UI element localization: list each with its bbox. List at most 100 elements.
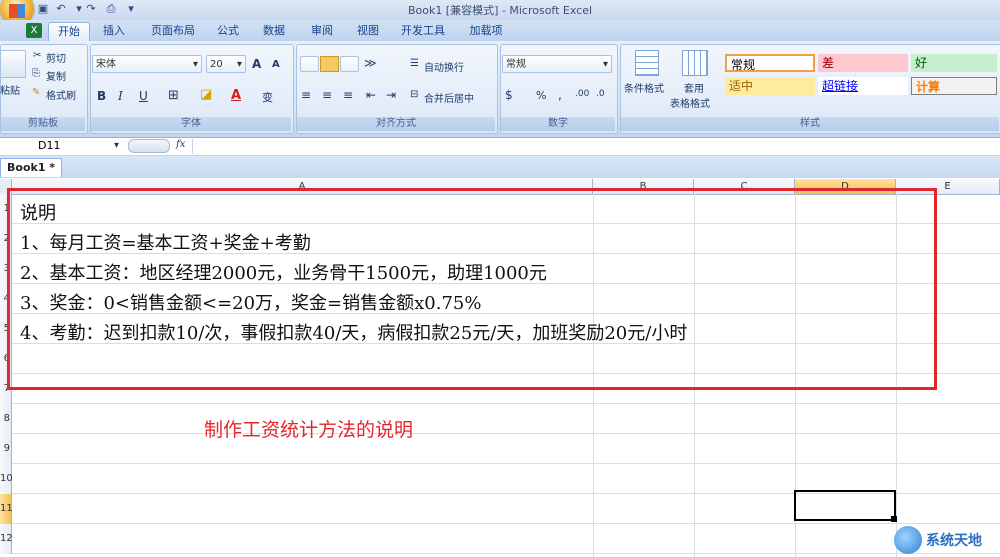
conditional-format-button[interactable]: 条件格式 — [624, 80, 664, 95]
orientation-icon[interactable]: ≫ — [364, 56, 377, 70]
selected-cell-d11[interactable] — [794, 490, 896, 521]
save-icon[interactable]: ▣ — [36, 2, 50, 16]
align-middle-icon[interactable] — [320, 56, 339, 72]
style-normal[interactable]: 常规 — [725, 54, 815, 72]
underline-button[interactable]: U — [139, 89, 148, 103]
copy-button[interactable]: 复制 — [46, 68, 66, 83]
tab-add-ins[interactable]: 加载项 — [462, 22, 510, 40]
align-center-icon[interactable]: ≡ — [322, 88, 332, 102]
style-good[interactable]: 好 — [911, 54, 997, 72]
phonetic-button[interactable]: 变 — [262, 89, 273, 105]
row-header-8[interactable]: 8 — [0, 404, 12, 434]
bold-button[interactable]: B — [97, 89, 106, 103]
tab-developer[interactable]: 开发工具 — [394, 22, 452, 40]
copy-icon[interactable]: ⎘ — [32, 68, 40, 79]
comma-button[interactable]: , — [558, 88, 562, 102]
grow-font-button[interactable]: A — [252, 57, 261, 71]
window-title: Book1 [兼容模式] - Microsoft Excel — [407, 4, 593, 17]
currency-icon[interactable]: $ — [505, 88, 513, 102]
align-bottom-icon[interactable] — [340, 56, 359, 72]
gridline — [12, 433, 1000, 434]
shrink-font-button[interactable]: A — [272, 59, 280, 70]
font-name-value: 宋体 — [96, 59, 116, 70]
paste-icon[interactable] — [0, 50, 26, 78]
italic-button[interactable]: I — [118, 89, 123, 103]
tab-page-layout[interactable]: 页面布局 — [144, 22, 202, 40]
alignment-group-label: 对齐方式 — [297, 117, 495, 131]
percent-button[interactable]: % — [536, 89, 546, 102]
print-preview-icon[interactable]: ⎙ — [104, 2, 118, 16]
tab-home[interactable]: 开始 — [48, 22, 90, 41]
row-header-10[interactable]: 10 — [0, 464, 13, 494]
insert-function-button[interactable]: fx — [176, 139, 185, 150]
undo-icon[interactable]: ↶ — [54, 2, 68, 16]
wrap-text-icon[interactable]: ☰ — [410, 58, 419, 69]
font-size-value: 20 — [210, 59, 223, 70]
format-as-table-line2[interactable]: 表格格式 — [670, 95, 710, 110]
excel-icon: X — [26, 23, 42, 38]
font-color-button[interactable]: A — [231, 88, 241, 103]
gridline — [12, 403, 1000, 404]
row-header-12[interactable]: 12 — [0, 524, 13, 554]
formula-input[interactable] — [192, 139, 1000, 154]
decrease-indent-icon[interactable]: ⇤ — [366, 88, 376, 102]
merge-center-icon[interactable]: ⊟ — [410, 89, 418, 100]
style-bad[interactable]: 差 — [818, 54, 908, 72]
format-painter-icon[interactable]: ✎ — [32, 87, 40, 98]
annotation-caption: 制作工资统计方法的说明 — [204, 419, 414, 441]
scissors-icon[interactable]: ✂ — [33, 50, 41, 61]
align-left-icon[interactable]: ≡ — [301, 88, 311, 102]
name-box[interactable]: D11 — [0, 139, 122, 153]
customize-toolbar-icon[interactable]: ▾ — [124, 2, 138, 16]
style-calculation[interactable]: 计算 — [911, 77, 997, 95]
style-hyperlink[interactable]: 超链接 — [818, 77, 908, 95]
gridline — [12, 553, 1000, 554]
gridline — [12, 523, 1000, 524]
increase-indent-icon[interactable]: ⇥ — [386, 88, 396, 102]
clipboard-group-label: 剪贴板 — [1, 117, 85, 131]
align-top-icon[interactable] — [300, 56, 319, 72]
watermark-text: 系统天地 — [926, 533, 982, 549]
fill-handle[interactable] — [891, 516, 897, 522]
paste-button[interactable]: 粘贴 — [0, 82, 20, 97]
highlight-box — [7, 188, 937, 390]
increase-decimal-button[interactable]: .00 — [575, 89, 589, 99]
formula-bar-slider[interactable] — [128, 139, 170, 153]
gridline — [12, 463, 1000, 464]
tab-formulas[interactable]: 公式 — [210, 22, 246, 40]
number-group-label: 数字 — [501, 117, 615, 131]
tab-review[interactable]: 审阅 — [304, 22, 340, 40]
tab-data[interactable]: 数据 — [256, 22, 292, 40]
chevron-down-icon: ▾ — [602, 59, 608, 70]
format-painter-button[interactable]: 格式刷 — [46, 87, 76, 102]
number-format-select[interactable]: 常规 ▾ — [502, 55, 612, 73]
styles-group-label: 样式 — [621, 117, 999, 131]
tab-insert[interactable]: 插入 — [96, 22, 132, 40]
align-right-icon[interactable]: ≡ — [343, 88, 353, 102]
decrease-decimal-button[interactable]: .0 — [596, 89, 605, 99]
number-format-value: 常规 — [506, 59, 526, 70]
format-as-table-icon[interactable] — [682, 50, 708, 76]
format-as-table-line1[interactable]: 套用 — [684, 80, 704, 95]
office-logo-icon — [9, 4, 25, 18]
border-icon[interactable]: ⊞ — [168, 88, 179, 103]
font-size-select[interactable]: 20 ▾ — [206, 55, 246, 73]
workbook-tab-row — [0, 156, 1000, 178]
chevron-down-icon: ▾ — [236, 59, 242, 70]
redo-icon[interactable]: ↷ — [84, 2, 98, 16]
workbook-tab[interactable]: Book1 * — [0, 158, 63, 177]
chevron-down-icon[interactable]: ▾ — [114, 140, 119, 151]
conditional-format-icon[interactable] — [635, 50, 659, 76]
wrap-text-button[interactable]: 自动换行 — [424, 59, 464, 74]
font-name-select[interactable]: 宋体 ▾ — [92, 55, 202, 73]
chevron-down-icon: ▾ — [192, 59, 198, 70]
cut-button[interactable]: 剪切 — [46, 50, 66, 65]
fill-color-icon[interactable]: ◪ — [200, 87, 212, 102]
watermark-logo-icon — [894, 526, 922, 554]
row-header-9[interactable]: 9 — [0, 434, 12, 464]
style-neutral[interactable]: 适中 — [725, 77, 815, 95]
merge-center-button[interactable]: 合并后居中 — [424, 90, 474, 105]
tab-view[interactable]: 视图 — [350, 22, 386, 40]
row-header-11[interactable]: 11 — [0, 494, 13, 524]
font-group-label: 字体 — [91, 117, 291, 131]
